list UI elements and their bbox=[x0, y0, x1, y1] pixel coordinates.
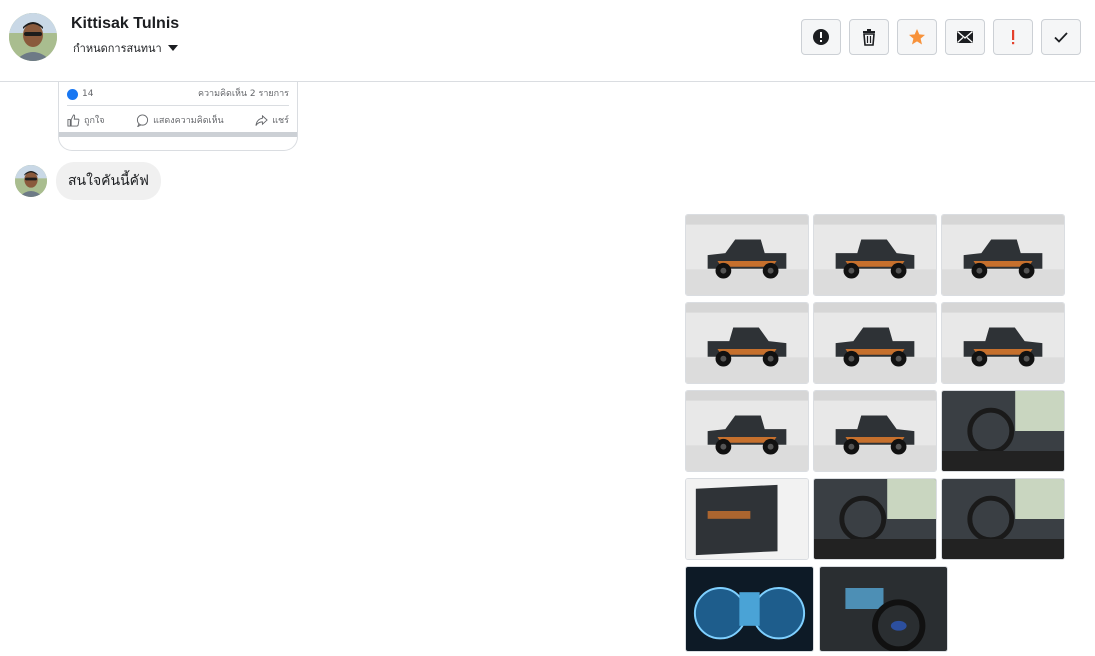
photo-thumbnail-instrument-cluster[interactable] bbox=[685, 566, 814, 652]
comment-label: แสดงความคิดเห็น bbox=[153, 116, 224, 126]
like-reaction-icon bbox=[67, 88, 78, 100]
done-button[interactable] bbox=[1041, 19, 1081, 55]
photo-thumbnail-pickup-rear[interactable] bbox=[813, 302, 937, 384]
photo-thumbnail-interior-seats[interactable] bbox=[813, 478, 937, 560]
photo-thumbnail-pickup-side[interactable] bbox=[941, 302, 1065, 384]
like-count: 14 bbox=[82, 89, 94, 99]
share-label: แชร์ bbox=[272, 116, 289, 126]
conversation-header: Kittisak Tulnis กำหนดการสนทนา bbox=[0, 0, 1095, 82]
delete-button[interactable] bbox=[849, 19, 889, 55]
photo-thumbnail-pickup-side-left[interactable] bbox=[685, 390, 809, 472]
mail-button[interactable] bbox=[945, 19, 985, 55]
photo-thumbnail-pickup-wheel[interactable] bbox=[813, 390, 937, 472]
header-actions bbox=[801, 19, 1081, 55]
priority-button[interactable] bbox=[993, 19, 1033, 55]
post-stats: 14 ความคิดเห็น 2 รายการ bbox=[67, 86, 289, 102]
photo-thumbnail-interior-door[interactable] bbox=[685, 478, 809, 560]
like-label: ถูกใจ bbox=[84, 116, 105, 126]
assign-label: กำหนดการสนทนา bbox=[73, 42, 162, 55]
incoming-message: สนใจคันนี้คัฟ bbox=[15, 162, 161, 200]
star-button[interactable] bbox=[897, 19, 937, 55]
assign-conversation-dropdown[interactable]: กำหนดการสนทนา bbox=[73, 39, 178, 57]
star-icon bbox=[909, 29, 925, 45]
alert-button[interactable] bbox=[801, 19, 841, 55]
exclamation-circle-icon bbox=[813, 29, 829, 45]
post-actions: ถูกใจ แสดงความคิดเห็น แชร์ bbox=[67, 110, 289, 130]
caret-down-icon bbox=[167, 45, 178, 51]
photo-thumbnail-dashboard[interactable] bbox=[819, 566, 948, 652]
thumbs-up-icon bbox=[67, 113, 80, 127]
photo-thumbnail-pickup-front[interactable] bbox=[685, 214, 809, 296]
contact-name[interactable]: Kittisak Tulnis bbox=[71, 15, 179, 33]
post-share-action: แชร์ bbox=[255, 110, 289, 130]
photo-thumbnail-pickup-rear-left[interactable] bbox=[685, 302, 809, 384]
post-like-action: ถูกใจ bbox=[67, 110, 105, 130]
share-icon bbox=[255, 114, 268, 126]
contact-avatar[interactable] bbox=[9, 13, 57, 61]
exclamation-icon bbox=[1012, 30, 1015, 45]
photo-thumbnail-interior-steering[interactable] bbox=[941, 390, 1065, 472]
sender-avatar[interactable] bbox=[15, 165, 47, 197]
post-comment-action: แสดงความคิดเห็น bbox=[136, 110, 224, 130]
envelope-icon bbox=[957, 30, 973, 43]
check-icon bbox=[1054, 32, 1068, 43]
post-bottom-bar bbox=[59, 132, 297, 137]
comment-icon bbox=[137, 113, 149, 127]
divider bbox=[67, 105, 289, 106]
photo-thumbnail-interior-rear-seats[interactable] bbox=[941, 478, 1065, 560]
photo-thumbnail-pickup-rear-angle[interactable] bbox=[941, 214, 1065, 296]
comment-count: ความคิดเห็น 2 รายการ bbox=[197, 89, 289, 99]
shared-post-card[interactable]: 14 ความคิดเห็น 2 รายการ ถูกใจ แสดงความคิ… bbox=[58, 82, 298, 151]
trash-icon bbox=[863, 29, 875, 46]
photo-thumbnail-pickup-front-angle[interactable] bbox=[813, 214, 937, 296]
message-bubble[interactable]: สนใจคันนี้คัฟ bbox=[56, 162, 161, 200]
reaction-count: 14 bbox=[67, 86, 93, 102]
